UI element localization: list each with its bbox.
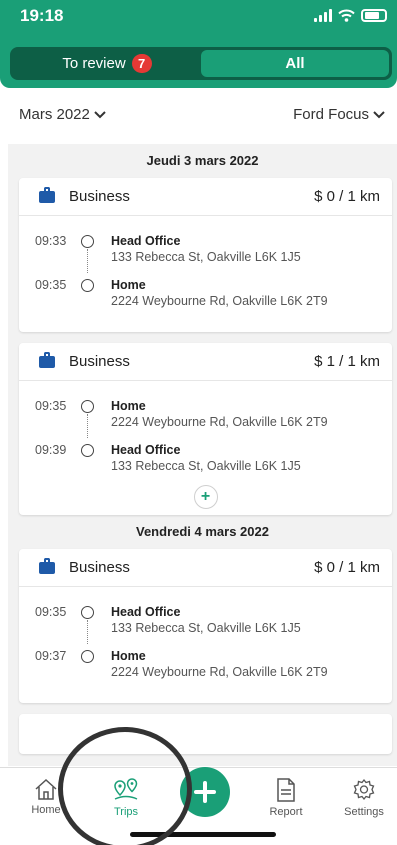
app-header: 19:18 To review 7 All [0,0,397,88]
stop-address: 2224 Weybourne Rd, Oakville L6K 2T9 [111,415,328,429]
stop-name: Home [111,649,146,663]
stop-time: 09:35 [35,605,67,619]
stop-marker-icon [81,235,94,248]
review-filter-toggle: To review 7 All [10,47,392,80]
trip-stop: 09:33 Head Office 133 Rebecca St, Oakvil… [19,230,392,274]
tab-all[interactable]: All [201,50,389,77]
route-line [87,620,88,644]
stop-address: 133 Rebecca St, Oakville L6K 1J5 [111,250,301,264]
trip-category: Business [69,188,130,205]
stop-time: 09:35 [35,278,67,292]
report-icon [277,778,295,802]
stop-time: 09:35 [35,399,67,413]
stop-marker-icon [81,606,94,619]
add-trip-button[interactable]: + [193,485,218,509]
trip-route: 09:35 Home 2224 Weybourne Rd, Oakville L… [19,381,392,515]
trip-route: 09:35 Head Office 133 Rebecca St, Oakvil… [19,587,392,703]
wifi-icon [338,9,355,22]
route-line [87,414,88,438]
trip-route: 09:33 Head Office 133 Rebecca St, Oakvil… [19,216,392,332]
stop-time: 09:33 [35,234,67,248]
trip-card-header: Business $ 0 / 1 km [19,178,392,216]
trip-card[interactable]: Business $ 0 / 1 km 09:35 Head Office 13… [19,549,392,703]
stop-name: Home [111,278,146,292]
status-bar: 19:18 [0,0,397,34]
briefcase-icon [39,186,55,203]
chevron-down-icon [373,110,385,118]
month-label: Mars 2022 [19,106,90,123]
stop-address: 2224 Weybourne Rd, Oakville L6K 2T9 [111,294,328,308]
day-header: Jeudi 3 mars 2022 [146,153,259,168]
vehicle-label: Ford Focus [293,106,369,123]
tab-settings-label: Settings [344,806,384,818]
home-icon [35,778,57,800]
chevron-down-icon [94,110,106,118]
trip-category: Business [69,559,130,576]
stop-marker-icon [81,400,94,413]
gear-icon [353,778,375,801]
tab-to-review[interactable]: To review 7 [13,50,201,77]
briefcase-icon [39,557,55,574]
trip-cost: $ 0 / 1 km [314,559,380,576]
signal-icon [314,9,332,22]
trip-card-header: Business $ 1 / 1 km [19,343,392,381]
tab-home-label: Home [31,804,61,816]
route-line [87,249,88,273]
trip-card[interactable]: Business $ 1 / 1 km 09:35 Home 2224 Weyb… [19,343,392,515]
tab-report-label: Report [269,806,303,818]
status-icons [314,9,387,22]
briefcase-icon [39,351,55,368]
vehicle-selector[interactable]: Ford Focus [293,106,385,123]
review-count-badge: 7 [131,54,152,73]
status-time: 19:18 [20,6,64,25]
day-header: Vendredi 4 mars 2022 [136,524,269,539]
tab-all-label: All [285,55,305,72]
trip-stop: 09:35 Home 2224 Weybourne Rd, Oakville L… [19,395,392,439]
trip-stop: 09:35 Home 2224 Weybourne Rd, Oakville L… [19,274,392,318]
stop-time: 09:37 [35,649,67,663]
stop-address: 133 Rebecca St, Oakville L6K 1J5 [111,621,301,635]
stop-time: 09:39 [35,443,67,457]
trip-category: Business [69,353,130,370]
battery-icon [361,9,387,22]
stop-marker-icon [81,444,94,457]
stop-address: 133 Rebecca St, Oakville L6K 1J5 [111,459,301,473]
stop-marker-icon [81,650,94,663]
tab-to-review-label: To review [62,55,126,72]
stop-address: 2224 Weybourne Rd, Oakville L6K 2T9 [111,665,328,679]
tab-settings[interactable]: Settings [334,778,394,818]
tab-report[interactable]: Report [256,778,316,818]
trip-cost: $ 1 / 1 km [314,353,380,370]
trip-cost: $ 0 / 1 km [314,188,380,205]
filter-bar: Mars 2022 Ford Focus [0,102,397,130]
trip-list[interactable]: Jeudi 3 mars 2022 Business $ 0 / 1 km 09… [8,144,397,766]
stop-name: Head Office [111,234,181,248]
trip-card[interactable]: Business $ 0 / 1 km 09:33 Head Office 13… [19,178,392,332]
highlight-circle [58,727,192,845]
trip-stop: 09:35 Head Office 133 Rebecca St, Oakvil… [19,601,392,645]
trip-stop: 09:37 Home 2224 Weybourne Rd, Oakville L… [19,645,392,689]
trip-card-header: Business $ 0 / 1 km [19,549,392,587]
stop-name: Head Office [111,443,181,457]
stop-marker-icon [81,279,94,292]
plus-icon [194,781,216,803]
trip-stop: 09:39 Head Office 133 Rebecca St, Oakvil… [19,439,392,483]
stop-name: Home [111,399,146,413]
stop-name: Head Office [111,605,181,619]
month-selector[interactable]: Mars 2022 [19,106,106,123]
